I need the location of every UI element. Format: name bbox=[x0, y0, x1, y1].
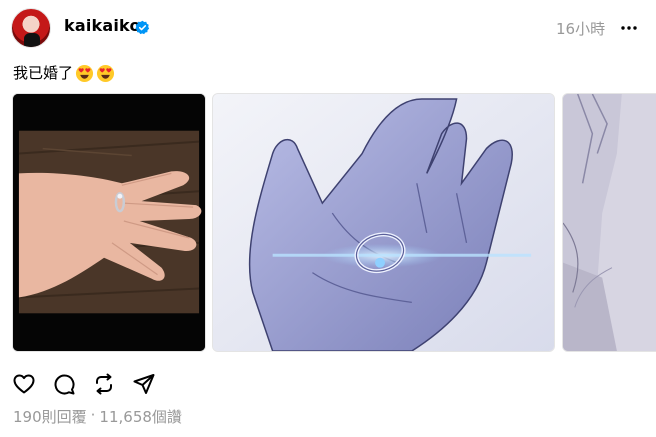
username[interactable]: kaikaiko bbox=[64, 16, 141, 35]
comment-icon[interactable] bbox=[52, 372, 76, 396]
repost-icon[interactable] bbox=[92, 372, 116, 396]
send-icon[interactable] bbox=[132, 372, 156, 396]
caption-text: 我已婚了 bbox=[13, 64, 74, 82]
post-image-hand-photo[interactable] bbox=[12, 93, 206, 352]
heart-eyes-emoji-icon bbox=[75, 64, 94, 82]
post-header: kaikaiko 16小時 bbox=[0, 0, 656, 60]
action-bar bbox=[12, 372, 156, 396]
reply-count[interactable]: 190則回覆 bbox=[13, 406, 87, 427]
post-stats: 190則回覆 · 11,658個讚 bbox=[13, 406, 182, 427]
post-image-anime-hand[interactable] bbox=[212, 93, 555, 352]
avatar[interactable] bbox=[11, 8, 51, 48]
post-caption: 我已婚了 bbox=[13, 63, 115, 83]
media-carousel[interactable] bbox=[0, 93, 656, 353]
heart-icon[interactable] bbox=[12, 372, 36, 396]
like-count[interactable]: 11,658個讚 bbox=[99, 406, 182, 427]
more-options-icon[interactable] bbox=[619, 20, 639, 36]
heart-eyes-emoji-icon bbox=[96, 64, 115, 82]
post-image-anime-character[interactable] bbox=[562, 93, 656, 352]
post-timestamp[interactable]: 16小時 bbox=[556, 18, 605, 39]
stats-separator: · bbox=[90, 406, 96, 424]
verified-badge-icon bbox=[135, 20, 150, 35]
